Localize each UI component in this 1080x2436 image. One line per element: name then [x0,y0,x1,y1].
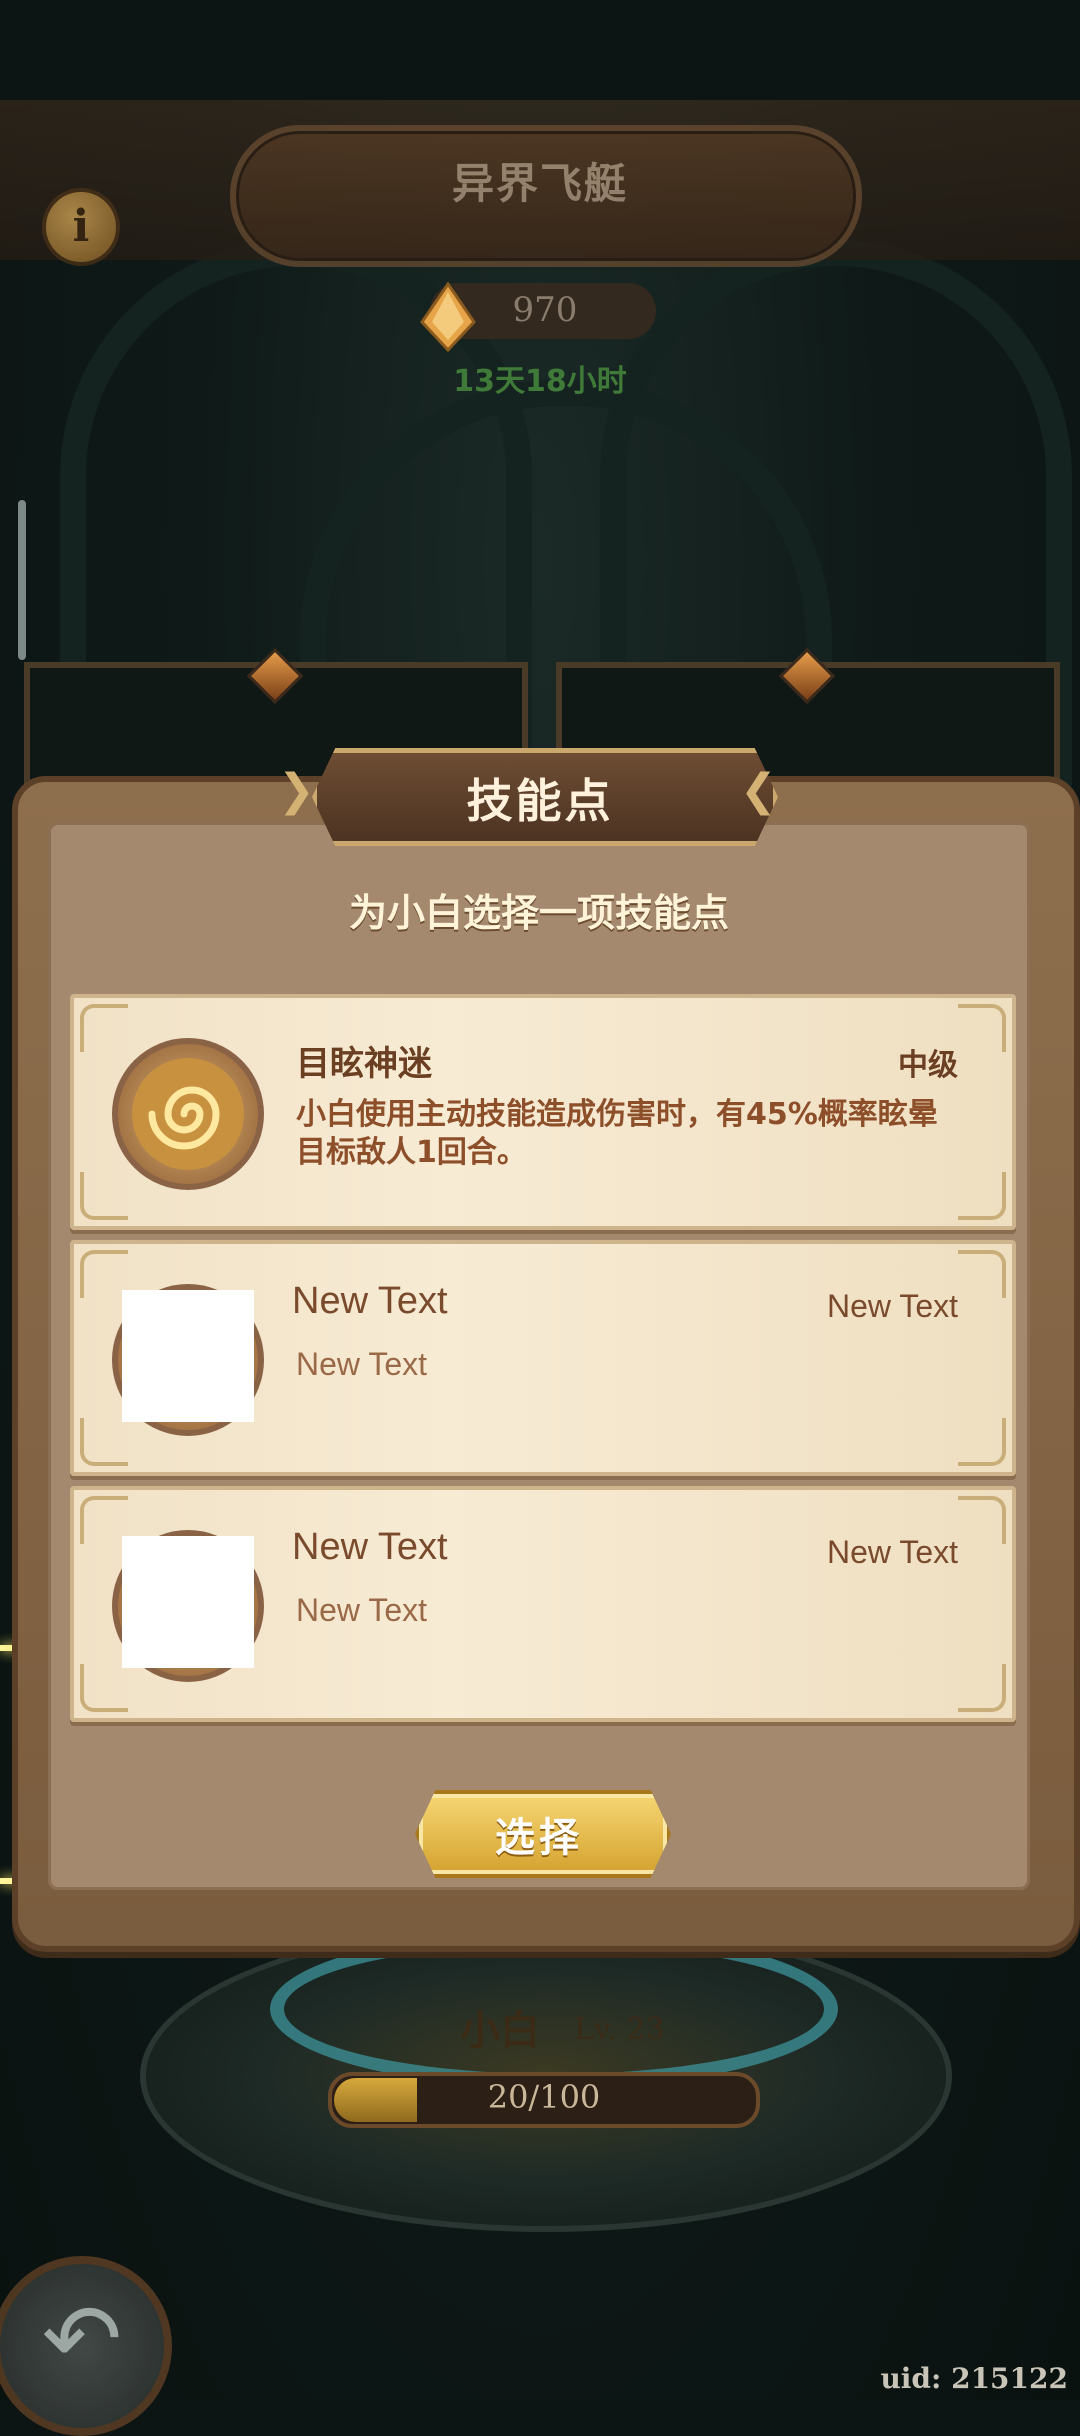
dialog-title: 技能点 [466,774,614,828]
info-icon[interactable]: i [42,188,120,266]
corner-ornament [80,1496,128,1544]
corner-ornament [958,1004,1006,1052]
character-name: 小白 [460,2007,540,2054]
xp-text: 20/100 [487,2078,601,2116]
swirl-orb-icon [112,1038,264,1190]
currency-value: 970 [512,290,578,330]
skill-option-3[interactable]: New Text New Text New Text [70,1486,1016,1722]
crystal-icon [420,282,476,352]
corner-ornament [958,1664,1006,1712]
character-level: Lv. 23 [574,2012,665,2047]
corner-ornament [80,1418,128,1466]
scrollbar[interactable] [18,500,26,660]
dialog-subtitle: 为小白选择一项技能点 [348,891,729,935]
platform-ring [270,1930,838,2088]
skill-level: New Text [826,1534,958,1570]
skill-level: New Text [826,1288,958,1324]
skill-icon-placeholder [122,1290,254,1422]
skill-description: 小白使用主动技能造成伤害时，有45%概率眩晕目标敌人1回合。 [296,1097,938,1170]
corner-ornament [958,1418,1006,1466]
skill-option-2[interactable]: New Text New Text New Text [70,1240,1016,1476]
corner-ornament [958,1496,1006,1544]
skill-level: 中级 [898,1048,958,1083]
user-id: uid: 215122 [880,2362,1068,2395]
skill-description: New Text [296,1346,428,1382]
skill-name: 目眩神迷 [296,1044,432,1084]
back-arrow-icon[interactable]: ↶ [0,2256,172,2436]
skill-icon-placeholder [122,1536,254,1668]
corner-ornament [958,1172,1006,1220]
corner-ornament [80,1664,128,1712]
event-timer: 13天18小时 [453,364,627,399]
corner-ornament [958,1250,1006,1298]
skill-option-1[interactable]: 目眩神迷 中级 小白使用主动技能造成伤害时，有45%概率眩晕目标敌人1回合。 [70,994,1016,1230]
skill-name: New Text [292,1280,448,1322]
page-title: 异界飞艇 [451,159,628,208]
corner-ornament [80,1250,128,1298]
skill-description: New Text [296,1592,428,1628]
skill-name: New Text [292,1526,448,1568]
select-button-label[interactable]: 选择 [415,1805,663,1863]
